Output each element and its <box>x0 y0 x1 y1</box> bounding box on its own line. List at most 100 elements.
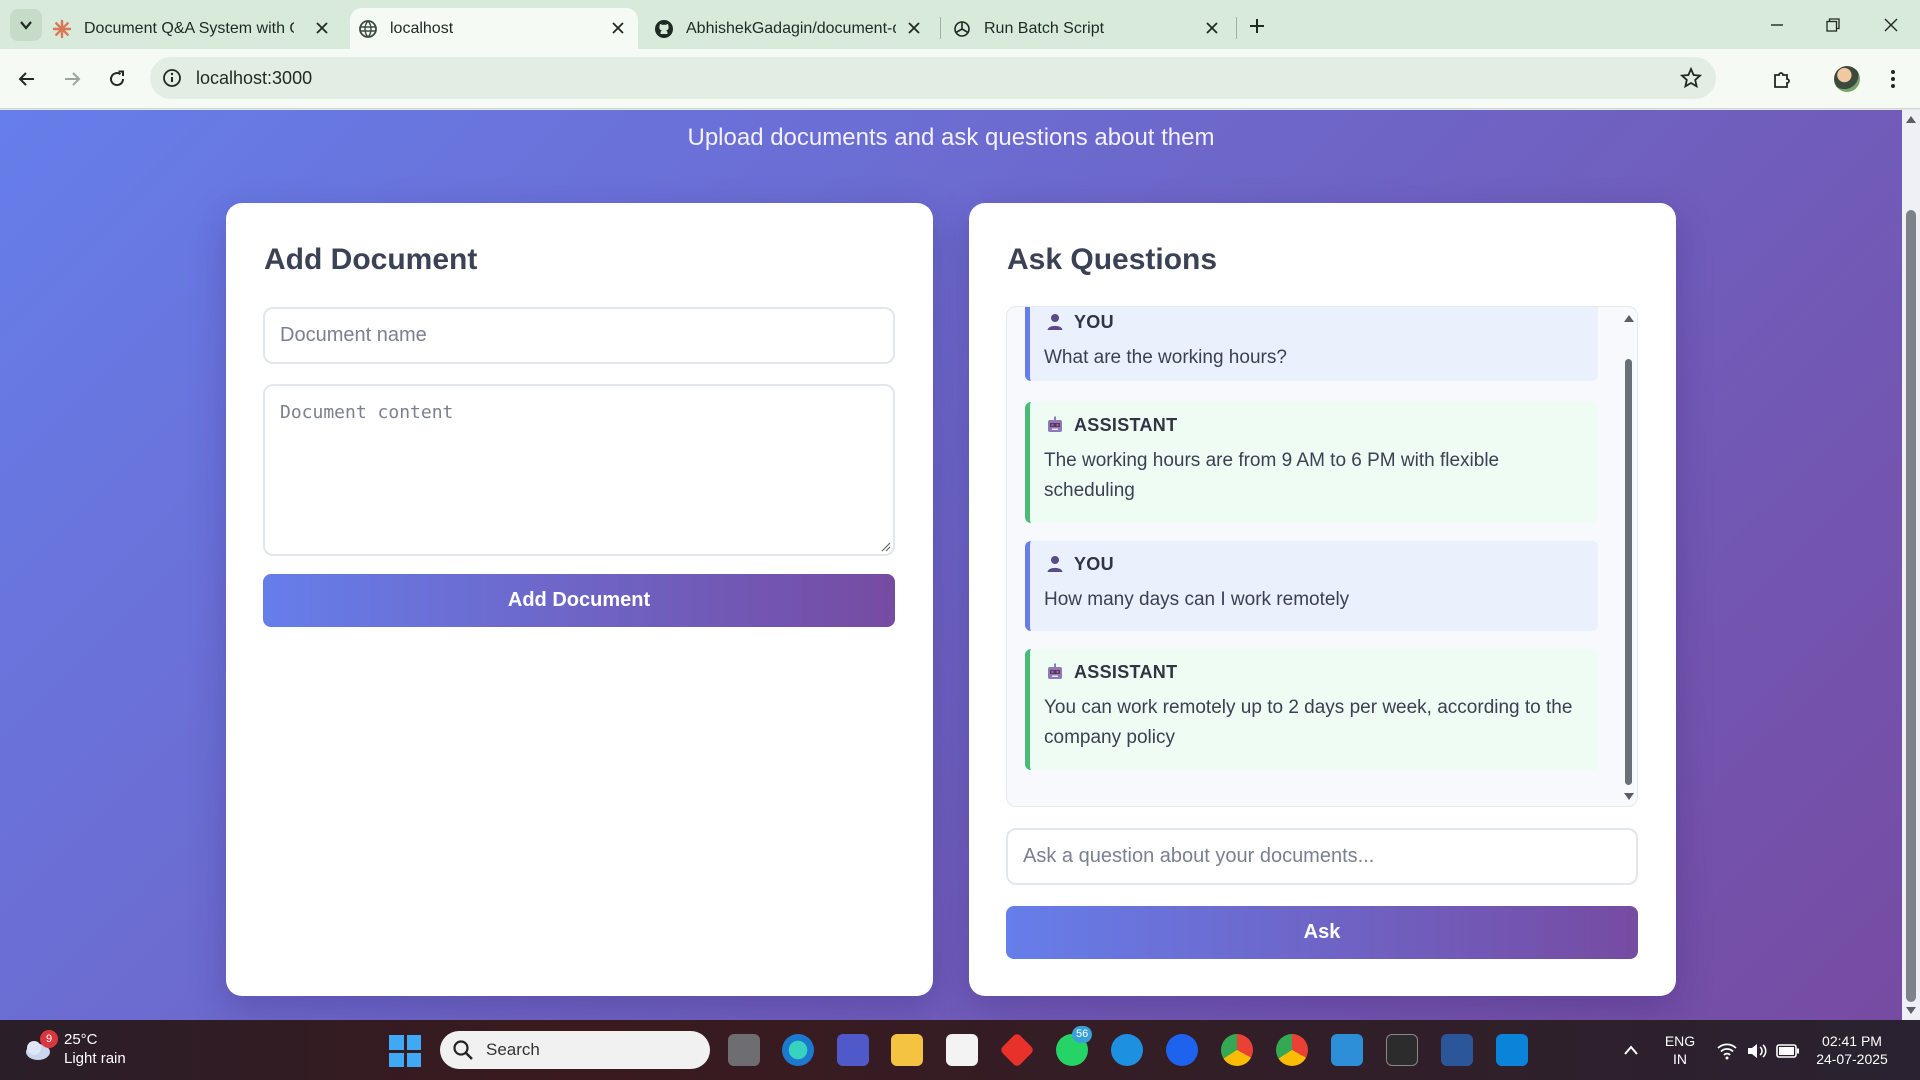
word-icon[interactable] <box>1441 1034 1473 1066</box>
message-text: How many days can I work remotely <box>1044 589 1350 610</box>
notepad-icon[interactable] <box>1331 1034 1363 1066</box>
reload-icon <box>110 70 125 87</box>
profile-button[interactable] <box>1830 62 1864 96</box>
tab-separator <box>1236 17 1237 39</box>
search-label: Search <box>486 1040 540 1059</box>
chat-message-assistant: ASSISTANT You can work remotely up to 2 … <box>1025 649 1598 770</box>
message-role-label: YOU <box>1074 311 1114 332</box>
terminal-icon[interactable] <box>1386 1034 1418 1066</box>
whatsapp-badge: 56 <box>1072 1026 1093 1043</box>
microsoft-store-icon[interactable] <box>946 1034 978 1066</box>
clock-date: 24-07-2025 <box>1816 1051 1888 1067</box>
scroll-down-icon[interactable] <box>1623 792 1635 802</box>
docker-icon[interactable] <box>1166 1034 1198 1066</box>
arrow-left-icon <box>18 72 34 86</box>
language-line-1: ENG <box>1664 1033 1696 1049</box>
file-explorer-icon[interactable] <box>891 1034 923 1066</box>
resize-handle-icon[interactable] <box>879 540 891 552</box>
restore-icon <box>1826 18 1840 32</box>
temperature: 25°C <box>64 1031 98 1048</box>
user-icon <box>1044 553 1066 575</box>
asterisk-icon <box>52 19 72 39</box>
message-role: ASSISTANT <box>1044 661 1598 683</box>
chat-scroll-thumb[interactable] <box>1625 359 1632 785</box>
close-icon[interactable] <box>610 20 626 36</box>
chat-message-assistant: ASSISTANT The working hours are from 9 A… <box>1025 402 1598 523</box>
reload-button[interactable] <box>100 62 134 96</box>
whatsapp-icon[interactable]: 56 <box>1056 1026 1093 1066</box>
scroll-up-icon[interactable] <box>1623 313 1635 323</box>
page-scroll-thumb[interactable] <box>1906 210 1916 1002</box>
github-icon <box>654 19 674 39</box>
battery-icon[interactable] <box>1776 1043 1800 1059</box>
chat-scrollbar[interactable] <box>1619 307 1637 806</box>
browser-menu-button[interactable] <box>1876 62 1910 96</box>
bookmark-star-icon[interactable] <box>1679 66 1703 89</box>
puzzle-icon <box>1774 72 1790 88</box>
robot-icon <box>1044 414 1066 436</box>
app-diamond-icon[interactable] <box>999 1032 1035 1068</box>
rain-cloud-icon: 9 <box>22 1030 58 1066</box>
add-document-button[interactable]: Add Document <box>263 574 895 627</box>
chat-history[interactable]: YOU What are the working hours? ASSISTAN… <box>1006 306 1638 807</box>
extensions-button[interactable] <box>1765 62 1799 96</box>
site-info-icon[interactable] <box>162 68 182 88</box>
snipping-tool-icon[interactable] <box>1496 1034 1528 1066</box>
tab-title: localhost <box>390 19 454 37</box>
start-button[interactable] <box>389 1035 421 1067</box>
language-line-2: IN <box>1673 1051 1687 1067</box>
minimize-button[interactable] <box>1754 10 1800 40</box>
message-role-label: YOU <box>1074 553 1114 574</box>
tab-github[interactable]: AbhishekGadagin/document-q <box>654 8 934 49</box>
chrome-icon[interactable] <box>1221 1034 1253 1066</box>
weather-condition: Light rain <box>64 1050 126 1067</box>
taskbar-search[interactable]: Search <box>440 1031 710 1069</box>
tab-search-button[interactable] <box>10 9 42 41</box>
close-icon[interactable] <box>906 20 922 36</box>
tab-localhost[interactable]: localhost <box>350 8 638 49</box>
edge-icon[interactable] <box>782 1034 814 1066</box>
page-subtitle: Upload documents and ask questions about… <box>687 124 1215 151</box>
forward-button[interactable] <box>55 62 89 96</box>
scroll-down-icon[interactable] <box>1905 1006 1917 1016</box>
clock[interactable]: 02:41 PM 24-07-2025 <box>1810 1032 1894 1068</box>
restore-button[interactable] <box>1810 10 1856 40</box>
robot-icon <box>1044 661 1066 683</box>
message-text: You can work remotely up to 2 days per w… <box>1044 697 1573 748</box>
new-tab-button[interactable] <box>1243 12 1271 40</box>
page-content: Upload documents and ask questions about… <box>0 110 1902 1020</box>
volume-icon[interactable] <box>1746 1042 1768 1060</box>
close-icon[interactable] <box>1204 20 1220 36</box>
close-window-button[interactable] <box>1868 10 1914 40</box>
address-bar[interactable]: localhost:3000 <box>150 57 1716 99</box>
tab-document-qa[interactable]: Document Q&A System with Q <box>52 8 342 49</box>
message-role: ASSISTANT <box>1044 414 1598 436</box>
language-indicator[interactable]: ENG IN <box>1662 1032 1698 1068</box>
document-content-textarea[interactable]: Document content <box>263 384 895 556</box>
wifi-icon[interactable] <box>1716 1042 1738 1060</box>
scroll-up-icon[interactable] <box>1905 114 1917 124</box>
document-name-input[interactable]: Document name <box>263 307 895 364</box>
help-icon[interactable] <box>1111 1034 1143 1066</box>
task-view-icon[interactable] <box>728 1034 760 1066</box>
chrome-profile-icon[interactable] <box>1276 1034 1308 1066</box>
weather-widget[interactable]: 9 25°C Light rain <box>22 1030 126 1068</box>
close-icon[interactable] <box>314 20 330 36</box>
tab-run-batch-script[interactable]: Run Batch Script <box>952 8 1232 49</box>
chevron-down-icon <box>20 21 32 30</box>
add-document-heading: Add Document <box>264 243 478 276</box>
back-button[interactable] <box>10 62 44 96</box>
tab-separator <box>940 17 941 39</box>
document-content-placeholder: Document content <box>280 402 454 423</box>
message-role-label: ASSISTANT <box>1074 661 1178 682</box>
teams-icon[interactable] <box>837 1034 869 1066</box>
tab-title: Run Batch Script <box>984 19 1105 37</box>
message-text: The working hours are from 9 AM to 6 PM … <box>1044 450 1500 501</box>
arrow-right-icon <box>65 72 81 86</box>
question-input[interactable]: Ask a question about your documents... <box>1006 828 1638 885</box>
search-icon <box>453 1040 473 1060</box>
chevron-up-icon[interactable] <box>1623 1044 1639 1056</box>
page-scrollbar[interactable] <box>1902 110 1920 1020</box>
kebab-menu-icon <box>1891 70 1895 88</box>
ask-button[interactable]: Ask <box>1006 906 1638 959</box>
